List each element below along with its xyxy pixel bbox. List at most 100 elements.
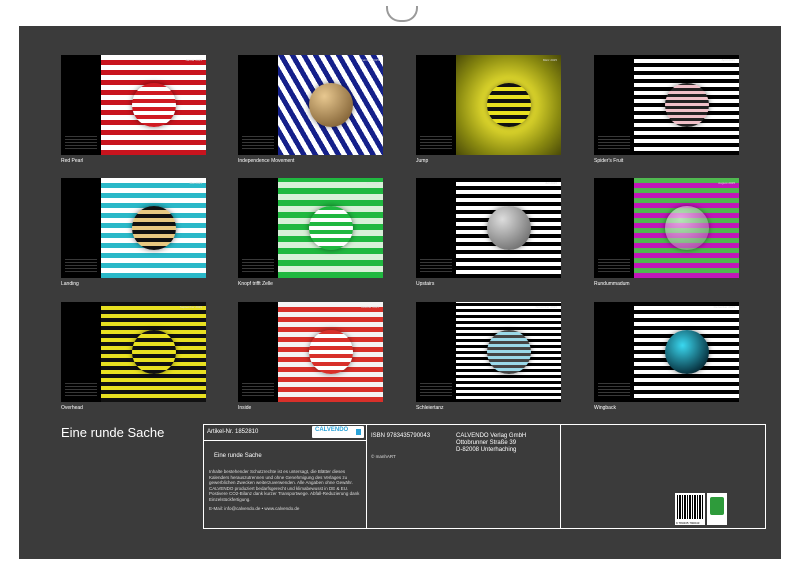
month-artwork: Oktober 2025 [278, 302, 383, 402]
month-thumbnail: März 2025 [416, 55, 561, 155]
info-divider [560, 424, 561, 529]
mini-calendar [598, 135, 630, 149]
month-caption: Landing [61, 281, 79, 287]
month-caption: Spider's Fruit [594, 158, 624, 164]
month-artwork: April 2025 [634, 55, 739, 155]
month-caption: Wingback [594, 405, 616, 411]
publisher-city: D-82008 Unterhaching [456, 447, 517, 453]
month-title: August 2025 [718, 181, 735, 185]
calvendo-logo: CALVENDO [312, 426, 364, 438]
month-calendar-panel [61, 178, 101, 278]
month-calendar-panel [238, 178, 278, 278]
month-title: Juli 2025 [544, 181, 557, 185]
month-calendar-panel [416, 55, 456, 155]
month-caption: Overhead [61, 405, 83, 411]
hanger-hook-icon [386, 6, 418, 22]
month-thumbnail: August 2025 [594, 178, 739, 278]
calendar-title: Eine runde Sache [61, 425, 165, 440]
month-artwork: Februar 2025 [278, 55, 383, 155]
month-title: Juni 2025 [365, 181, 379, 185]
month-title: Dezember 2025 [713, 305, 735, 309]
month-title: November 2025 [535, 305, 557, 309]
month-caption: Independence Movement [238, 158, 295, 164]
mini-calendar [65, 382, 97, 396]
month-thumbnail: Juli 2025 [416, 178, 561, 278]
month-calendar-panel [594, 55, 634, 155]
month-title: Mai 2025 [189, 181, 202, 185]
month-calendar-panel [61, 55, 101, 155]
month-artwork: Mai 2025 [101, 178, 206, 278]
contact-email: E-Mail: info@calvendo.de • www.calvendo.… [209, 506, 300, 511]
month-artwork: März 2025 [456, 55, 561, 155]
product-subtitle: Eine runde Sache [214, 453, 262, 459]
mini-calendar [242, 382, 274, 396]
month-artwork: November 2025 [456, 302, 561, 402]
month-caption: Upstairs [416, 281, 435, 287]
month-artwork: Dezember 2025 [634, 302, 739, 402]
mini-calendar [420, 258, 452, 272]
month-calendar-panel [61, 302, 101, 402]
month-calendar-panel [416, 178, 456, 278]
month-title: Januar 2025 [185, 58, 202, 62]
glass-ball [308, 206, 353, 250]
month-title: April 2025 [721, 58, 735, 62]
month-title: September 2025 [179, 305, 202, 309]
glass-ball [664, 330, 709, 374]
month-calendar-panel [594, 178, 634, 278]
month-thumbnail: Januar 2025 [61, 55, 206, 155]
barcode: 9 783435 790043 [675, 493, 705, 525]
month-title: Oktober 2025 [360, 305, 379, 309]
article-number: Artikel-Nr. 1852810 [207, 429, 259, 435]
mini-calendar [242, 135, 274, 149]
month-calendar-panel [238, 302, 278, 402]
month-caption: Knopf trifft Zelle [238, 281, 273, 287]
legal-notice: Inhalte bestehender Schutzrechte ist es … [209, 469, 360, 502]
glass-ball [486, 206, 531, 250]
mini-calendar [65, 258, 97, 272]
month-artwork: Juli 2025 [456, 178, 561, 278]
info-divider [203, 440, 366, 441]
glass-ball [664, 83, 709, 127]
month-caption: Jump [416, 158, 429, 164]
month-title: Februar 2025 [360, 58, 379, 62]
mini-calendar [420, 382, 452, 396]
month-thumbnail: Mai 2025 [61, 178, 206, 278]
glass-ball [131, 83, 176, 127]
month-thumbnail: Oktober 2025 [238, 302, 383, 402]
glass-ball [486, 83, 531, 127]
month-artwork: September 2025 [101, 302, 206, 402]
glass-ball [308, 83, 353, 127]
mini-calendar [598, 382, 630, 396]
month-thumbnail: November 2025 [416, 302, 561, 402]
copyright: © manhART [371, 454, 396, 459]
month-thumbnail: September 2025 [61, 302, 206, 402]
month-calendar-panel [238, 55, 278, 155]
month-thumbnail: Juni 2025 [238, 178, 383, 278]
month-caption: Red Pearl [61, 158, 84, 164]
month-thumbnail: Februar 2025 [238, 55, 383, 155]
month-caption: Inside [238, 405, 252, 411]
month-caption: Schleiertanz [416, 405, 444, 411]
glass-ball [664, 206, 709, 250]
month-thumbnail: April 2025 [594, 55, 739, 155]
publisher-street: Ottobrunner Straße 39 [456, 440, 517, 446]
mini-calendar [598, 258, 630, 272]
eco-leaf-icon [707, 493, 727, 525]
month-artwork: Januar 2025 [101, 55, 206, 155]
publisher-name: CALVENDO Verlag GmbH [456, 433, 527, 439]
month-calendar-panel [416, 302, 456, 402]
isbn: ISBN 9783435790043 [371, 433, 431, 439]
month-title: März 2025 [542, 58, 557, 62]
glass-ball [131, 330, 176, 374]
month-artwork: August 2025 [634, 178, 739, 278]
month-artwork: Juni 2025 [278, 178, 383, 278]
glass-ball [131, 206, 176, 250]
hanger-strip [0, 0, 800, 26]
month-calendar-panel [594, 302, 634, 402]
info-divider [366, 424, 367, 529]
glass-ball [308, 330, 353, 374]
mini-calendar [65, 135, 97, 149]
month-thumbnail: Dezember 2025 [594, 302, 739, 402]
mini-calendar [242, 258, 274, 272]
month-caption: Rundummadum [594, 281, 630, 287]
